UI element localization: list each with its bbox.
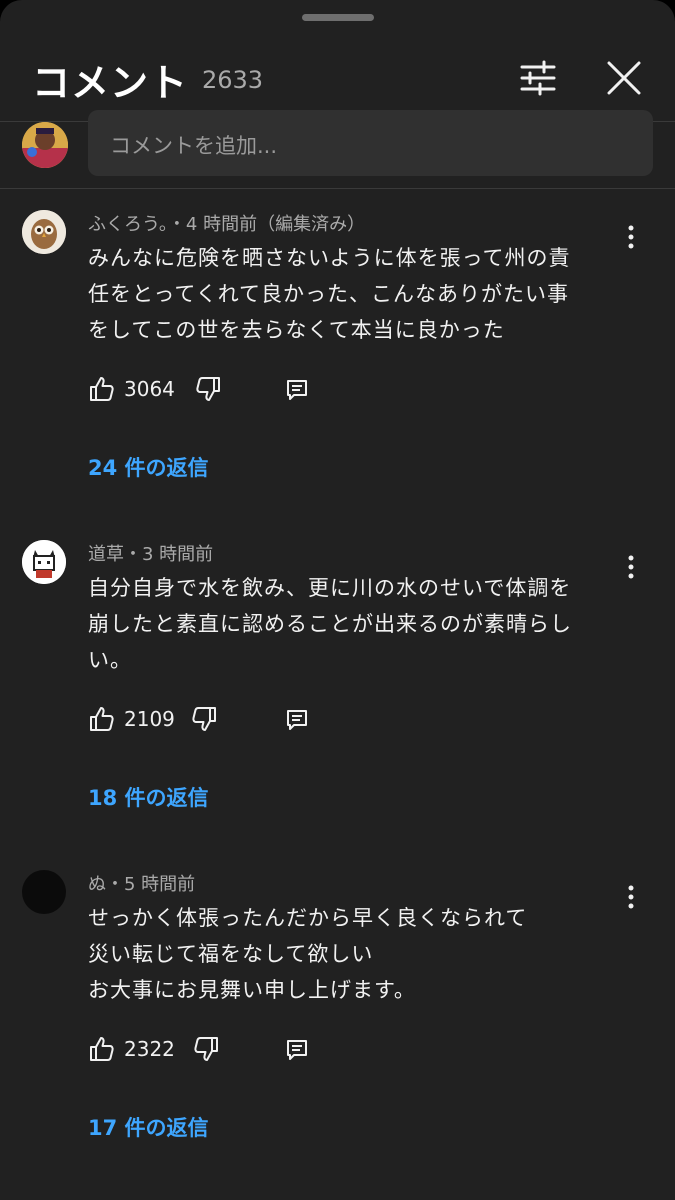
dislike-button[interactable] xyxy=(194,375,222,403)
dislike-icon xyxy=(196,377,220,401)
like-count: 3064 xyxy=(124,377,175,401)
more-vert-icon xyxy=(628,225,634,249)
close-icon xyxy=(607,61,641,95)
comment-text-line: お大事にお見舞い申し上げます。 xyxy=(88,978,416,1002)
like-button[interactable] xyxy=(88,705,116,733)
comment-text-line: 自分自身で水を飲み、更に川の水のせいで体調を xyxy=(88,576,572,600)
comment-meta: ふくろう。・4 時間前（編集済み） xyxy=(88,214,366,235)
more-vert-icon xyxy=(628,555,634,579)
comments-header: コメント 2633 xyxy=(0,40,675,120)
like-button[interactable] xyxy=(88,375,116,403)
comment-meta: ぬ・5 時間前 xyxy=(88,874,196,895)
comment-actions: 2109 xyxy=(88,705,348,741)
reply-button[interactable] xyxy=(284,1037,310,1063)
comment-avatar[interactable] xyxy=(22,210,66,254)
filter-icon xyxy=(520,60,556,96)
reply-button[interactable] xyxy=(284,377,310,403)
reply-icon xyxy=(287,1040,307,1060)
comment-count: 2633 xyxy=(202,66,264,94)
cat-avatar-icon xyxy=(22,540,66,584)
add-comment-placeholder: コメントを追加... xyxy=(110,134,278,158)
comment-meta: 道草・3 時間前 xyxy=(88,544,214,565)
reply-icon xyxy=(287,710,307,730)
comment-text: 自分自身で水を飲み、更に川の水のせいで体調を 崩したと素直に認めることが出来るの… xyxy=(88,570,618,678)
comment-text-line: い。 xyxy=(88,648,132,672)
reply-button[interactable] xyxy=(284,707,310,733)
comment-text-line: 任をとってくれて良かった、こんなありがたい事 xyxy=(88,282,570,306)
like-icon xyxy=(90,707,114,731)
close-button[interactable] xyxy=(600,54,648,102)
filter-button[interactable] xyxy=(514,54,562,102)
comment-text-line: みんなに危険を晒さないように体を張って州の責 xyxy=(88,246,571,270)
owl-avatar-icon xyxy=(22,210,66,254)
view-replies-link[interactable]: 17 件の返信 xyxy=(88,1112,209,1142)
like-button[interactable] xyxy=(88,1035,116,1063)
dislike-icon xyxy=(194,1037,218,1061)
dislike-button[interactable] xyxy=(190,705,218,733)
like-icon xyxy=(90,1037,114,1061)
reply-icon xyxy=(287,380,307,400)
input-divider xyxy=(0,188,675,189)
comment-text: みんなに危険を晒さないように体を張って州の責 任をとってくれて良かった、こんなあ… xyxy=(88,240,618,348)
dislike-icon xyxy=(192,707,216,731)
comment-text-line: せっかく体張ったんだから早く良くなられて xyxy=(88,906,528,930)
like-count: 2322 xyxy=(124,1037,175,1061)
comment-avatar[interactable] xyxy=(22,870,66,914)
view-replies-link[interactable]: 18 件の返信 xyxy=(88,782,209,812)
comment-text-line: 崩したと素直に認めることが出来るのが素晴らし xyxy=(88,612,572,636)
comment-actions: 3064 xyxy=(88,375,348,411)
user-avatar[interactable] xyxy=(22,122,68,168)
like-icon xyxy=(90,377,114,401)
comments-sheet: コメント 2633 コメントを追加... ふくろう。・4 時間前（編集済み） み… xyxy=(0,0,675,1200)
like-count: 2109 xyxy=(124,707,175,731)
comment-menu-button[interactable] xyxy=(616,222,646,252)
comment-menu-button[interactable] xyxy=(616,552,646,582)
view-replies-link[interactable]: 24 件の返信 xyxy=(88,452,209,482)
comment-actions: 2322 xyxy=(88,1035,348,1071)
user-avatar-image xyxy=(22,122,68,168)
page-title: コメント xyxy=(32,61,189,105)
comment-text-line: 災い転じて福をなして欲しい xyxy=(88,942,374,966)
comment-text: せっかく体張ったんだから早く良くなられて 災い転じて福をなして欲しい お大事にお… xyxy=(88,900,618,1008)
dislike-button[interactable] xyxy=(192,1035,220,1063)
comment-text-line: をしてこの世を去らなくて本当に良かった xyxy=(88,318,505,342)
comment-avatar[interactable] xyxy=(22,540,66,584)
drag-handle[interactable] xyxy=(302,14,374,21)
more-vert-icon xyxy=(628,885,634,909)
add-comment-input[interactable]: コメントを追加... xyxy=(88,110,653,176)
comment-menu-button[interactable] xyxy=(616,882,646,912)
